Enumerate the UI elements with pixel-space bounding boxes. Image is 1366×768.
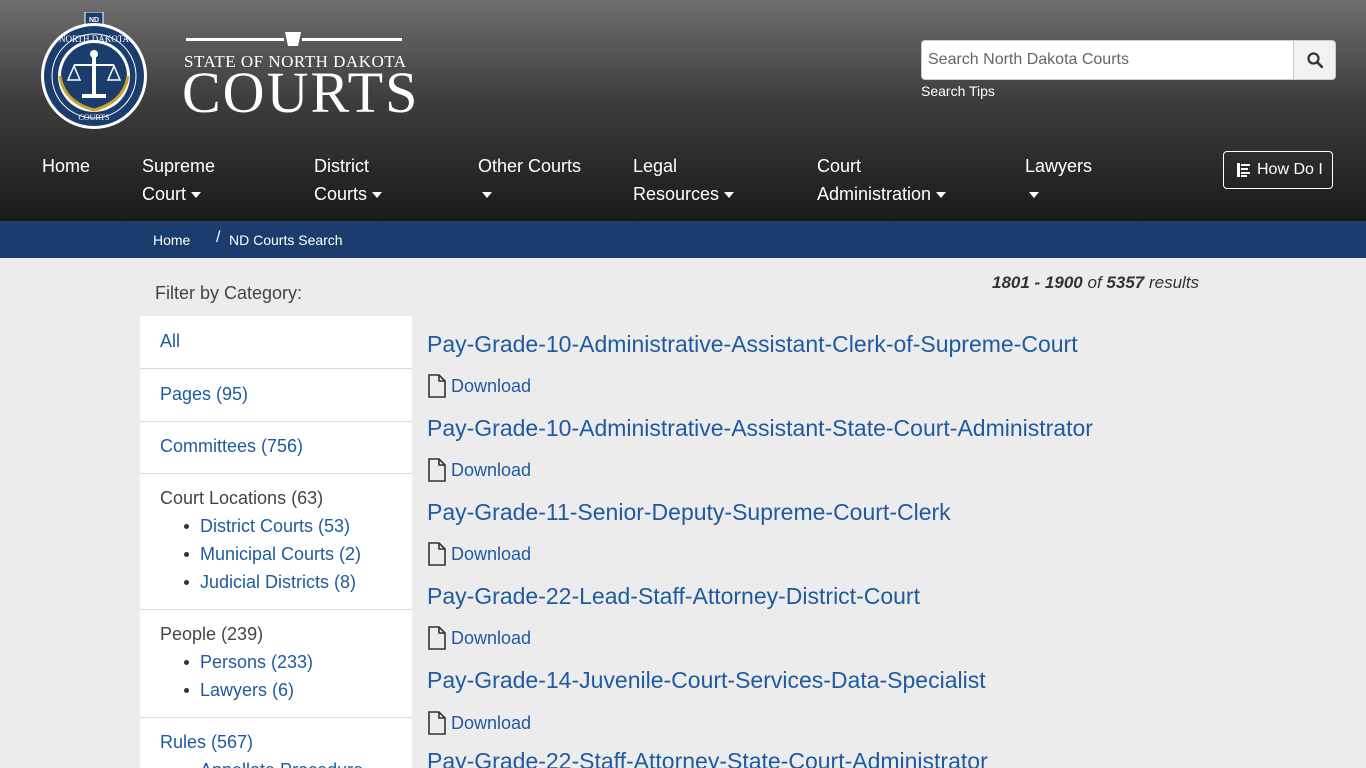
category-people-row: People (239) Persons (233) Lawyers (6) xyxy=(140,610,412,718)
breadcrumb-home[interactable]: Home xyxy=(153,232,190,248)
chevron-down-icon xyxy=(482,192,492,199)
seal-text-bottom: COURTS xyxy=(78,113,109,122)
download-label: Download xyxy=(451,627,532,648)
category-rules-row: Rules (567) Appellate Procedure xyxy=(140,718,412,768)
nav-lawyers[interactable]: Lawyers xyxy=(1025,152,1092,208)
nav-district-courts-line2: Courts xyxy=(314,184,368,204)
court-seal-logo[interactable]: ND NORTH DAKOTA COURTS xyxy=(40,11,150,132)
nav-court-administration-line1: Court xyxy=(817,156,862,176)
result-title[interactable]: Pay-Grade-22-Lead-Staff-Attorney-Distric… xyxy=(427,583,920,610)
nav-supreme-court-line1: Supreme xyxy=(142,156,216,176)
list-bullet xyxy=(184,580,189,585)
download-link[interactable]: Download xyxy=(427,711,531,735)
filter-title: Filter by Category: xyxy=(155,283,303,303)
breadcrumb-separator: / xyxy=(216,229,221,246)
list-bullet xyxy=(184,552,189,557)
site-header: ND NORTH DAKOTA COURTS STATE OF NORTH DA… xyxy=(0,0,1366,221)
chevron-down-icon xyxy=(1029,192,1039,199)
category-persons[interactable]: Persons (233) xyxy=(200,652,313,673)
category-all-row: All xyxy=(140,316,412,369)
category-municipal-courts[interactable]: Municipal Courts (2) xyxy=(200,544,361,565)
wordmark-bar-right xyxy=(302,38,402,41)
file-icon xyxy=(428,374,446,398)
results-total: 5357 xyxy=(1106,273,1145,292)
search-form xyxy=(921,40,1336,80)
nav-other-courts[interactable]: Other Courts xyxy=(478,152,581,208)
wordmark-courts: COURTS xyxy=(182,60,420,125)
chevron-down-icon xyxy=(372,192,383,199)
list-bullet xyxy=(184,688,189,693)
seal-text-top: NORTH DAKOTA xyxy=(59,34,129,44)
category-all[interactable]: All xyxy=(160,331,180,352)
download-label: Download xyxy=(451,459,532,480)
file-icon xyxy=(428,458,446,482)
nav-legal-resources[interactable]: Legal Resources xyxy=(633,152,735,208)
category-pages-row: Pages (95) xyxy=(140,369,412,422)
category-sidebar: All Pages (95) Committees (756) Court Lo… xyxy=(140,316,412,768)
nav-district-courts-line1: District xyxy=(314,156,369,176)
download-link[interactable]: Download xyxy=(427,374,531,398)
nav-supreme-court-line2: Court xyxy=(142,184,187,204)
chevron-down-icon xyxy=(724,192,735,199)
download-link[interactable]: Download xyxy=(427,458,531,482)
category-court-locations: Court Locations (63) xyxy=(160,488,324,508)
result-title[interactable]: Pay-Grade-10-Administrative-Assistant-St… xyxy=(427,415,1093,442)
download-label: Download xyxy=(451,543,532,564)
results-range: 1801 - 1900 xyxy=(992,273,1083,292)
download-link[interactable]: Download xyxy=(427,542,531,566)
nav-other-courts-label: Other Courts xyxy=(478,156,582,176)
file-icon xyxy=(428,711,446,735)
how-do-i-label: How Do I xyxy=(1257,161,1323,178)
download-label: Download xyxy=(451,375,532,396)
breadcrumb: Home / ND Courts Search xyxy=(0,221,1366,258)
results-count: 1801 - 1900 of 5357 results xyxy=(992,273,1199,293)
nav-lawyers-label: Lawyers xyxy=(1025,156,1093,176)
results-suffix: results xyxy=(1148,273,1200,292)
category-judicial-districts[interactable]: Judicial Districts (8) xyxy=(200,572,356,593)
wordmark-bar-left xyxy=(186,38,284,41)
site-wordmark[interactable]: STATE OF NORTH DAKOTA COURTS xyxy=(182,30,417,122)
results-of: of xyxy=(1087,273,1102,292)
category-committees[interactable]: Committees (756) xyxy=(160,436,303,457)
chevron-down-icon xyxy=(191,192,202,199)
nav-court-administration-line2: Administration xyxy=(817,184,932,204)
how-do-i-button[interactable]: How Do I xyxy=(1223,151,1333,189)
category-court-locations-row: Court Locations (63) District Courts (53… xyxy=(140,474,412,610)
download-link[interactable]: Download xyxy=(427,626,531,650)
category-appellate-procedure[interactable]: Appellate Procedure xyxy=(200,760,363,768)
nav-home[interactable]: Home xyxy=(42,152,90,180)
nav-home-label: Home xyxy=(42,156,91,176)
category-lawyers[interactable]: Lawyers (6) xyxy=(200,680,294,701)
category-district-courts[interactable]: District Courts (53) xyxy=(200,516,350,537)
result-title[interactable]: Pay-Grade-11-Senior-Deputy-Supreme-Court… xyxy=(427,499,951,526)
search-input[interactable] xyxy=(921,40,1294,80)
nav-legal-resources-line2: Resources xyxy=(633,184,720,204)
breadcrumb-current: ND Courts Search xyxy=(229,232,343,248)
search-button[interactable] xyxy=(1293,40,1336,80)
nav-legal-resources-line1: Legal xyxy=(633,156,678,176)
search-icon xyxy=(1306,52,1323,68)
search-tips-link[interactable]: Search Tips xyxy=(921,83,995,99)
download-label: Download xyxy=(451,712,532,733)
category-rules[interactable]: Rules (567) xyxy=(160,732,253,753)
file-icon xyxy=(428,626,446,650)
result-title[interactable]: Pay-Grade-14-Juvenile-Court-Services-Dat… xyxy=(427,667,986,694)
category-committees-row: Committees (756) xyxy=(140,422,412,474)
nav-supreme-court[interactable]: Supreme Court xyxy=(142,152,215,208)
list-bullet xyxy=(184,524,189,529)
svg-text:ND: ND xyxy=(89,17,99,24)
capitol-icon xyxy=(285,32,301,46)
chevron-down-icon xyxy=(936,192,947,199)
nav-court-administration[interactable]: Court Administration xyxy=(817,152,947,208)
result-title[interactable]: Pay-Grade-10-Administrative-Assistant-Cl… xyxy=(427,331,1078,358)
result-title[interactable]: Pay-Grade-22-Staff-Attorney-State-Court-… xyxy=(427,748,988,768)
list-bullet xyxy=(184,660,189,665)
nav-district-courts[interactable]: District Courts xyxy=(314,152,383,208)
category-people: People (239) xyxy=(160,624,264,644)
category-pages[interactable]: Pages (95) xyxy=(160,384,248,405)
list-icon xyxy=(1237,163,1250,177)
file-icon xyxy=(428,542,446,566)
